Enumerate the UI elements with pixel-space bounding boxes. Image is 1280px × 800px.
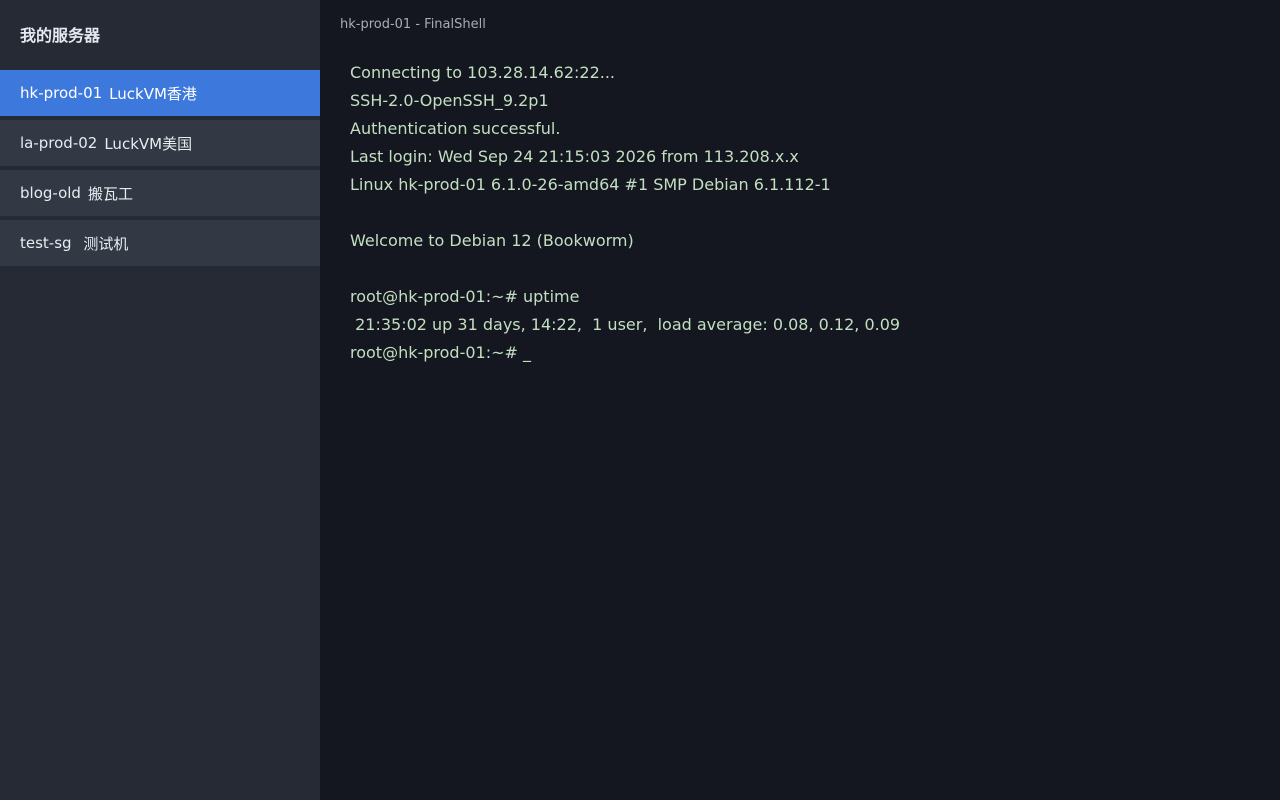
server-list: hk-prod-01 LuckVM香港 la-prod-02 LuckVM美国 bl… <box>0 70 320 270</box>
app-window: 我的服务器 hk-prod-01 LuckVM香港 la-prod-02 LuckV… <box>0 0 1280 800</box>
server-sidebar: 我的服务器 hk-prod-01 LuckVM香港 la-prod-02 LuckV… <box>0 0 320 800</box>
terminal-line: Linux hk-prod-01 6.1.0-26-amd64 #1 SMP D… <box>350 175 831 194</box>
window-title: hk-prod-01 - FinalShell <box>340 17 486 32</box>
terminal-line: root@hk-prod-01:~# uptime <box>350 287 580 306</box>
server-name: test-sg <box>20 234 72 252</box>
server-item-la-prod-02[interactable]: la-prod-02 LuckVM美国 <box>0 120 320 166</box>
terminal-prompt-line[interactable]: root@hk-prod-01:~# _ <box>350 339 1260 367</box>
server-item-test-sg[interactable]: test-sg 测试机 <box>0 220 320 266</box>
server-description: LuckVM美国 <box>104 134 193 153</box>
server-name: blog-old <box>20 184 81 202</box>
terminal-line: Welcome to Debian 12 (Bookworm) <box>350 231 634 250</box>
terminal-line: Authentication successful. <box>350 119 561 138</box>
terminal-line: Last login: Wed Sep 24 21:15:03 2026 fro… <box>350 147 799 166</box>
server-description: 搬瓦工 <box>87 184 133 203</box>
terminal-pane[interactable]: hk-prod-01 - FinalShell Connecting to 10… <box>320 0 1280 800</box>
server-description: 测试机 <box>78 234 129 253</box>
server-item-hk-prod-01[interactable]: hk-prod-01 LuckVM香港 <box>0 70 320 116</box>
terminal-output[interactable]: Connecting to 103.28.14.62:22... SSH-2.0… <box>350 59 1260 367</box>
terminal-line: Connecting to 103.28.14.62:22... <box>350 63 616 82</box>
terminal-line: 21:35:02 up 31 days, 14:22, 1 user, load… <box>350 315 901 334</box>
server-item-blog-old[interactable]: blog-old 搬瓦工 <box>0 170 320 216</box>
server-name: hk-prod-01 <box>20 84 103 102</box>
sidebar-title: 我的服务器 <box>20 26 101 45</box>
server-name: la-prod-02 <box>20 134 98 152</box>
terminal-line: SSH-2.0-OpenSSH_9.2p1 <box>350 91 549 110</box>
server-description: LuckVM香港 <box>109 84 197 103</box>
